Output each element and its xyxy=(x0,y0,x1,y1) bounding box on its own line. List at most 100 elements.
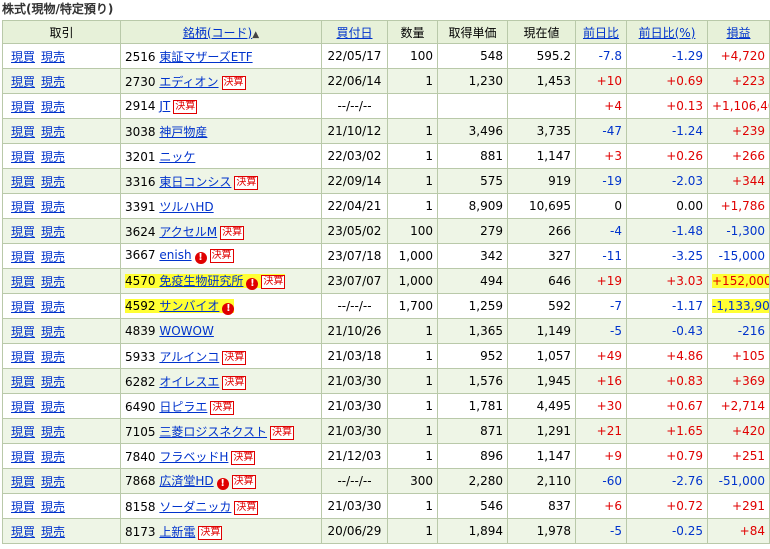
earnings-badge[interactable]: 決算 xyxy=(198,525,223,540)
stock-name-link[interactable]: 神戸物産 xyxy=(159,125,207,139)
earnings-badge[interactable]: 決算 xyxy=(173,99,198,114)
stock-name-link[interactable]: 東証マザーズETF xyxy=(159,50,252,64)
stock-name-link[interactable]: オイレスエ xyxy=(159,375,219,389)
buy-link[interactable]: 現買 xyxy=(11,125,35,139)
stock-name-link[interactable]: サンバイオ xyxy=(159,299,219,313)
earnings-badge[interactable]: 決算 xyxy=(234,175,259,190)
sell-link[interactable]: 現売 xyxy=(41,350,65,364)
header-change-pct[interactable]: 前日比(%) xyxy=(626,20,708,44)
symbol-cell: 2516 東証マザーズETF xyxy=(120,43,322,69)
sell-link[interactable]: 現売 xyxy=(41,275,65,289)
buy-link[interactable]: 現買 xyxy=(11,225,35,239)
day-change-pct: +0.79 xyxy=(626,443,708,469)
sort-change-link[interactable]: 前日比 xyxy=(583,26,619,40)
buy-link[interactable]: 現買 xyxy=(11,175,35,189)
symbol-cell: 3201 ニッケ xyxy=(120,143,322,169)
earnings-badge[interactable]: 決算 xyxy=(209,249,234,263)
stock-name-link[interactable]: アクセルM xyxy=(159,225,217,239)
earnings-badge[interactable]: 決算 xyxy=(222,375,247,390)
stock-name-link[interactable]: WOWOW xyxy=(159,324,214,338)
buy-link[interactable]: 現買 xyxy=(11,375,35,389)
earnings-badge[interactable]: 決算 xyxy=(221,75,246,90)
buy-link[interactable]: 現買 xyxy=(11,200,35,214)
sell-link[interactable]: 現売 xyxy=(41,200,65,214)
stock-name-link[interactable]: エディオン xyxy=(159,75,218,89)
stock-name-link[interactable]: ニッケ xyxy=(159,150,195,164)
stock-name-link[interactable]: 上新電 xyxy=(159,525,195,539)
buy-link[interactable]: 現買 xyxy=(11,150,35,164)
stock-name-link[interactable]: ツルハHD xyxy=(159,200,213,214)
profit-loss: -15,000 xyxy=(707,243,770,269)
stock-code: 4570 xyxy=(125,274,156,288)
buy-link[interactable]: 現買 xyxy=(11,250,35,264)
sort-buy-date-link[interactable]: 買付日 xyxy=(336,26,372,40)
buy-link[interactable]: 現買 xyxy=(11,350,35,364)
alert-icon[interactable]: ! xyxy=(194,252,207,264)
earnings-badge[interactable]: 決算 xyxy=(231,450,256,465)
alert-icon[interactable]: ! xyxy=(216,478,229,490)
buy-link[interactable]: 現買 xyxy=(11,525,35,539)
stock-name-link[interactable]: 三菱ロジスネクスト xyxy=(159,425,267,439)
buy-link[interactable]: 現買 xyxy=(11,400,35,414)
sell-link[interactable]: 現売 xyxy=(41,525,65,539)
day-change-pct: 0.00 xyxy=(626,193,708,219)
sell-link[interactable]: 現売 xyxy=(41,475,65,489)
sell-link[interactable]: 現売 xyxy=(41,450,65,464)
stock-name-link[interactable]: 広済堂HD xyxy=(159,474,213,488)
buy-link[interactable]: 現買 xyxy=(11,50,35,64)
buy-link[interactable]: 現買 xyxy=(11,275,35,289)
header-change[interactable]: 前日比 xyxy=(575,20,627,44)
quantity: 1 xyxy=(387,518,438,544)
buy-link[interactable]: 現買 xyxy=(11,450,35,464)
earnings-badge[interactable]: 決算 xyxy=(210,400,235,415)
buy-link[interactable]: 現買 xyxy=(11,100,35,114)
sell-link[interactable]: 現売 xyxy=(41,50,65,64)
buy-link[interactable]: 現買 xyxy=(11,75,35,89)
sort-pl-link[interactable]: 損益 xyxy=(726,26,750,40)
current-price: 1,057 xyxy=(507,343,576,369)
day-change: +6 xyxy=(575,493,627,519)
sell-link[interactable]: 現売 xyxy=(41,375,65,389)
sell-link[interactable]: 現売 xyxy=(41,100,65,114)
stock-name-link[interactable]: enish xyxy=(159,248,191,262)
buy-link[interactable]: 現買 xyxy=(11,300,35,314)
sell-link[interactable]: 現売 xyxy=(41,250,65,264)
stock-name-link[interactable]: フラベッドH xyxy=(159,450,228,464)
buy-link[interactable]: 現買 xyxy=(11,325,35,339)
alert-icon[interactable]: ! xyxy=(246,278,259,290)
stock-name-link[interactable]: ソーダニッカ xyxy=(159,500,231,514)
earnings-badge[interactable]: 決算 xyxy=(270,425,295,440)
stock-name-link[interactable]: 東日コンシス xyxy=(159,175,231,189)
header-pl[interactable]: 損益 xyxy=(707,20,770,44)
current-price xyxy=(507,93,576,119)
buy-link[interactable]: 現買 xyxy=(11,475,35,489)
sell-link[interactable]: 現売 xyxy=(41,400,65,414)
sell-link[interactable]: 現売 xyxy=(41,150,65,164)
stock-name-link[interactable]: 免疫生物研究所 xyxy=(159,274,243,288)
stock-name-link[interactable]: JT xyxy=(159,99,170,113)
sort-symbol-link[interactable]: 銘柄(コード) xyxy=(183,26,252,40)
sell-link[interactable]: 現売 xyxy=(41,500,65,514)
buy-link[interactable]: 現買 xyxy=(11,500,35,514)
sell-link[interactable]: 現売 xyxy=(41,125,65,139)
sell-link[interactable]: 現売 xyxy=(41,325,65,339)
sort-change-pct-link[interactable]: 前日比(%) xyxy=(639,26,696,40)
current-price: 595.2 xyxy=(507,43,576,69)
earnings-badge[interactable]: 決算 xyxy=(261,275,286,289)
sell-link[interactable]: 現売 xyxy=(41,300,65,314)
stock-name-link[interactable]: 日ピラエ xyxy=(159,400,207,414)
earnings-badge[interactable]: 決算 xyxy=(220,225,245,240)
alert-icon[interactable]: ! xyxy=(222,303,235,315)
header-buy-date[interactable]: 買付日 xyxy=(321,20,388,44)
sell-link[interactable]: 現売 xyxy=(41,75,65,89)
sell-link[interactable]: 現売 xyxy=(41,225,65,239)
earnings-badge[interactable]: 決算 xyxy=(222,350,247,365)
header-symbol[interactable]: 銘柄(コード)▲ xyxy=(120,20,322,44)
stock-name-link[interactable]: アルインコ xyxy=(159,350,219,364)
pl-value: +223 xyxy=(732,74,765,88)
sell-link[interactable]: 現売 xyxy=(41,425,65,439)
sell-link[interactable]: 現売 xyxy=(41,175,65,189)
earnings-badge[interactable]: 決算 xyxy=(231,475,256,489)
buy-link[interactable]: 現買 xyxy=(11,425,35,439)
earnings-badge[interactable]: 決算 xyxy=(234,500,259,515)
